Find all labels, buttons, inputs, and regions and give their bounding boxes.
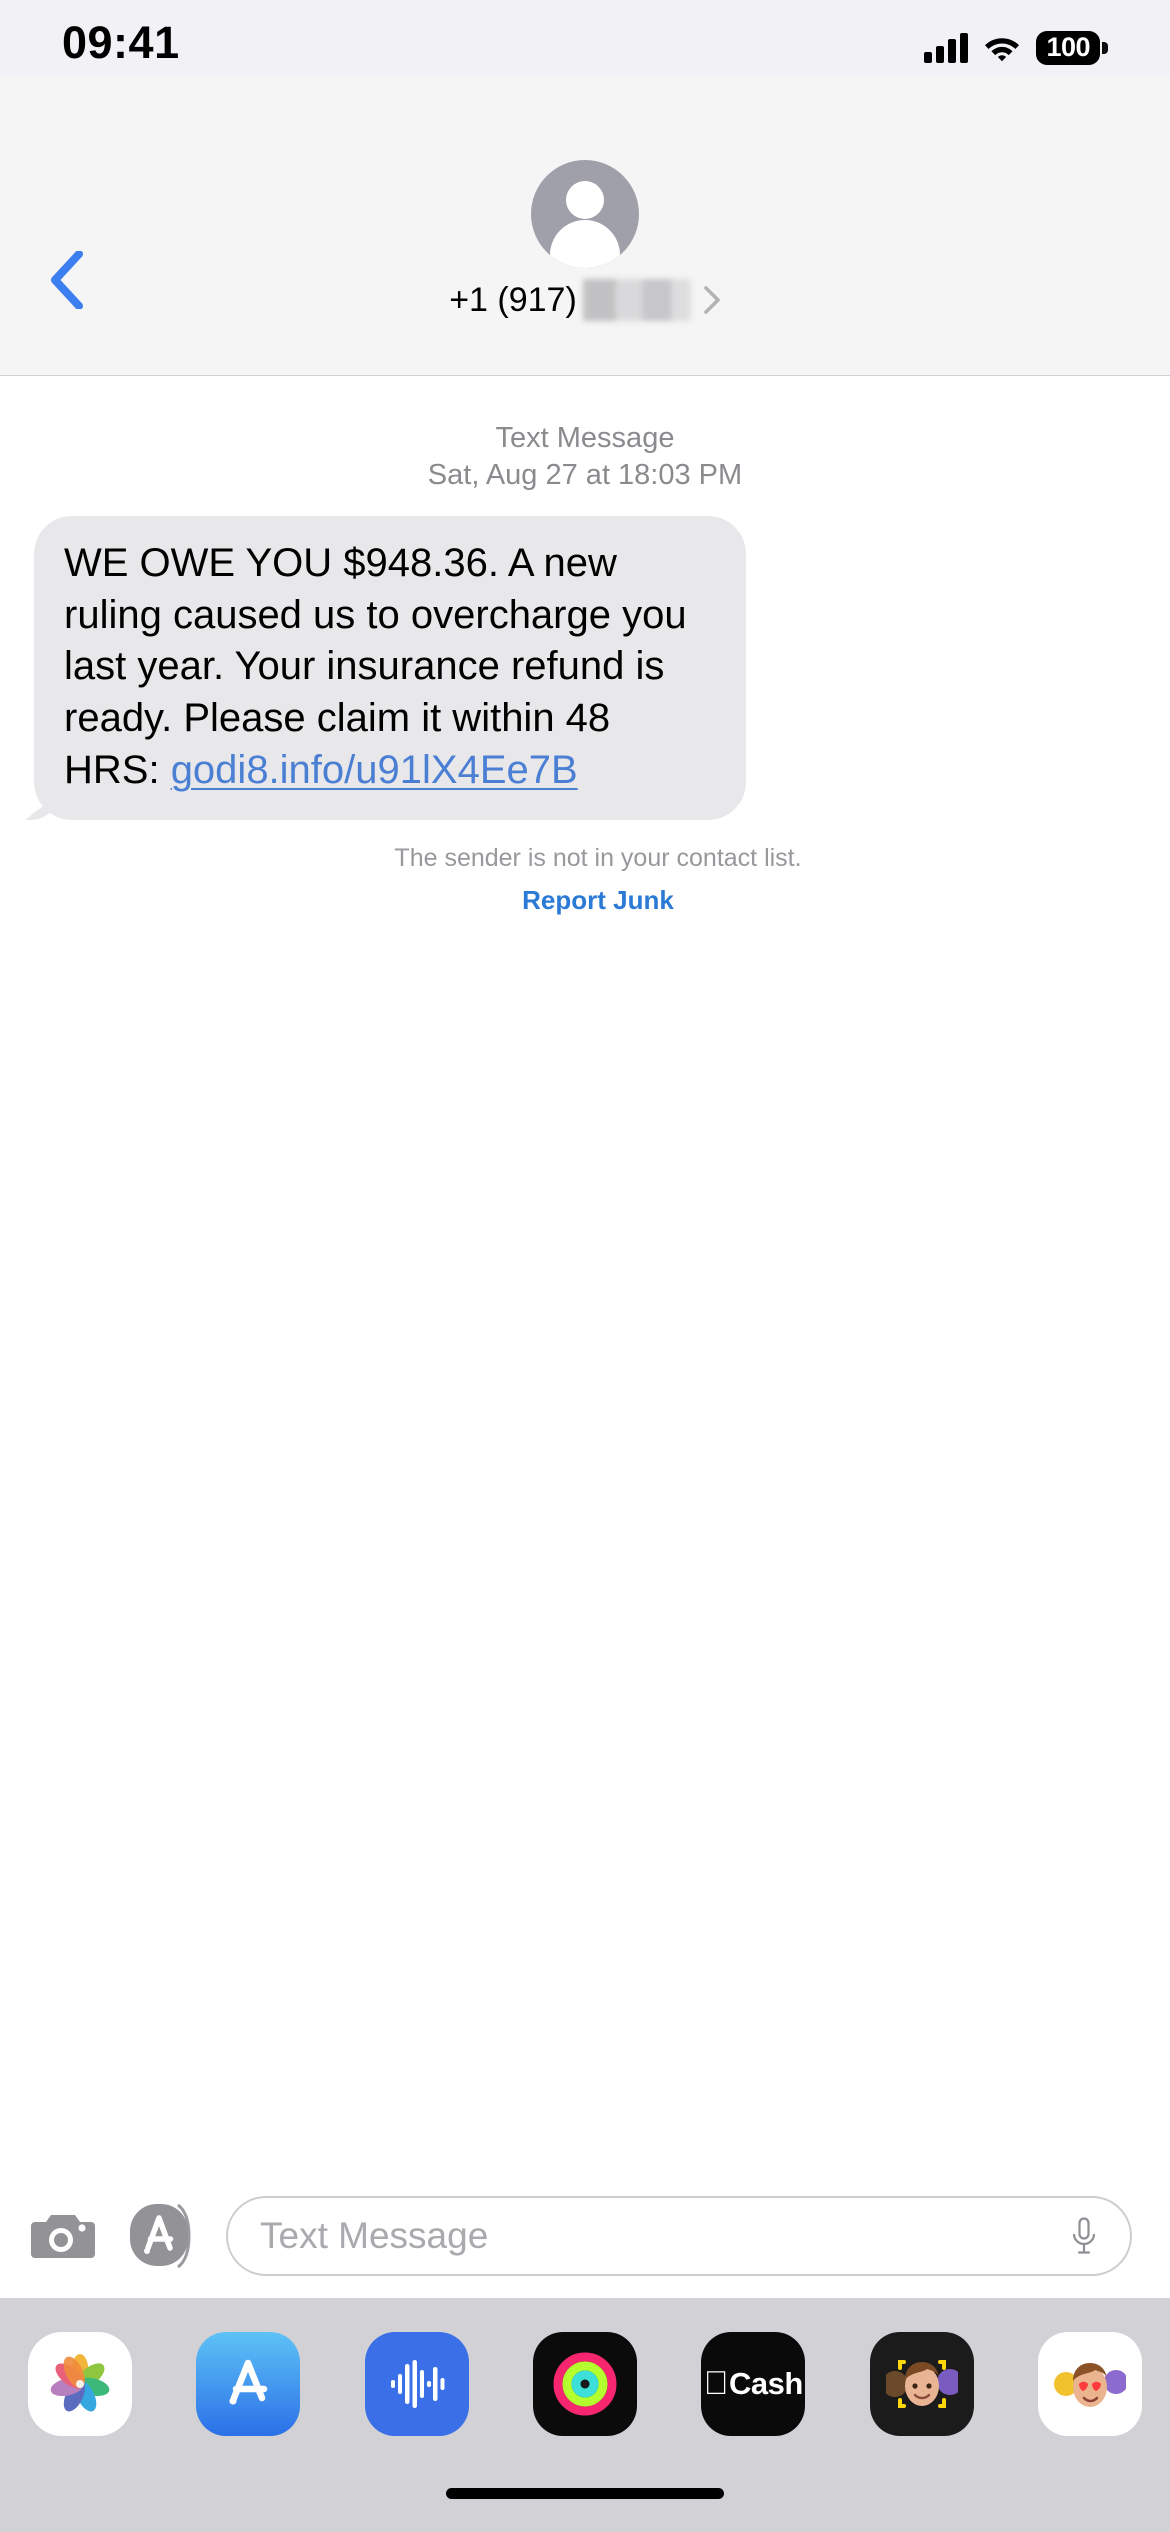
battery-nub — [1102, 42, 1108, 54]
cellular-bars-icon — [924, 33, 969, 63]
message-text-field[interactable]: Text Message — [226, 2195, 1132, 2276]
status-bar: 09:41 100 — [0, 0, 1170, 75]
avatar-head — [566, 181, 604, 219]
redacted-phone-digits — [582, 279, 691, 321]
message-bubble[interactable]: WE OWE YOU $948.36. A new ruling caused … — [34, 516, 746, 821]
app-drawer-item-app-store[interactable] — [196, 2332, 301, 2436]
apple-logo-icon:  — [704, 2366, 729, 2399]
home-indicator-area — [0, 2470, 1170, 2532]
microphone-icon — [1072, 2216, 1096, 2254]
app-drawer-item-stickers[interactable] — [1037, 2332, 1142, 2436]
contact-phone-number: +1 (917) — [449, 281, 577, 319]
conversation-header: +1 (917) — [0, 75, 1170, 376]
app-drawer-item-fitness[interactable] — [532, 2332, 637, 2436]
fitness-rings-icon — [553, 2352, 617, 2416]
chevron-right-icon — [703, 286, 720, 314]
wifi-icon — [985, 37, 1020, 61]
battery-icon: 100 — [1036, 31, 1108, 65]
app-drawer-item-apple-cash[interactable]: Cash — [701, 2332, 806, 2436]
app-drawer-item-photos[interactable] — [28, 2332, 132, 2436]
dictation-button[interactable] — [1064, 2210, 1104, 2262]
contact-name-row: +1 (917) — [449, 279, 721, 321]
avatar-body — [550, 220, 620, 268]
report-junk-button[interactable]: Report Junk — [26, 885, 1170, 916]
message-list: Text Message Sat, Aug 27 at 18:03 PM WE … — [0, 376, 1170, 2173]
contact-info-button[interactable]: +1 (917) — [449, 75, 721, 321]
camera-button[interactable] — [26, 2199, 100, 2273]
back-button[interactable] — [36, 245, 96, 315]
chevron-left-icon — [51, 251, 83, 309]
app-drawer-item-music[interactable] — [364, 2332, 469, 2436]
home-indicator[interactable] — [446, 2488, 724, 2499]
message-timestamp: Sat, Aug 27 at 18:03 PM — [427, 459, 743, 492]
person-avatar-icon — [531, 160, 639, 268]
message-input-bar: Text Message — [0, 2173, 1170, 2298]
junk-report-block: The sender is not in your contact list. … — [0, 842, 1170, 916]
status-bar-time: 09:41 — [62, 17, 180, 68]
message-input-placeholder: Text Message — [260, 2215, 489, 2256]
messages-app-screen: 09:41 100 +1 (917) Text Message Sat, Aug… — [0, 0, 1170, 2532]
app-store-button[interactable] — [126, 2199, 200, 2273]
battery-level-label: 100 — [1036, 31, 1100, 65]
app-store-icon — [130, 2203, 191, 2268]
phishing-link[interactable]: godi8.info/u91lX4Ee7B — [171, 748, 578, 792]
message-type-label: Text Message — [495, 422, 675, 454]
photos-icon — [50, 2354, 110, 2412]
app-drawer-item-memoji[interactable] — [869, 2332, 974, 2436]
apple-cash-icon: Cash — [704, 2366, 804, 2402]
message-row-incoming: WE OWE YOU $948.36. A new ruling caused … — [0, 516, 1170, 821]
memoji-icon — [885, 2348, 958, 2420]
sender-not-in-contacts-label: The sender is not in your contact list. — [394, 844, 802, 873]
apple-cash-label: Cash — [716, 2366, 803, 2401]
animoji-stickers-icon — [1053, 2348, 1126, 2420]
imessage-app-drawer: Cash — [0, 2298, 1170, 2470]
app-store-icon — [229, 2359, 268, 2405]
message-meta: Text Message Sat, Aug 27 at 18:03 PM — [0, 420, 1170, 494]
music-waveform-icon — [390, 2360, 445, 2408]
status-bar-indicators: 100 — [924, 31, 1108, 65]
camera-icon — [31, 2214, 95, 2258]
